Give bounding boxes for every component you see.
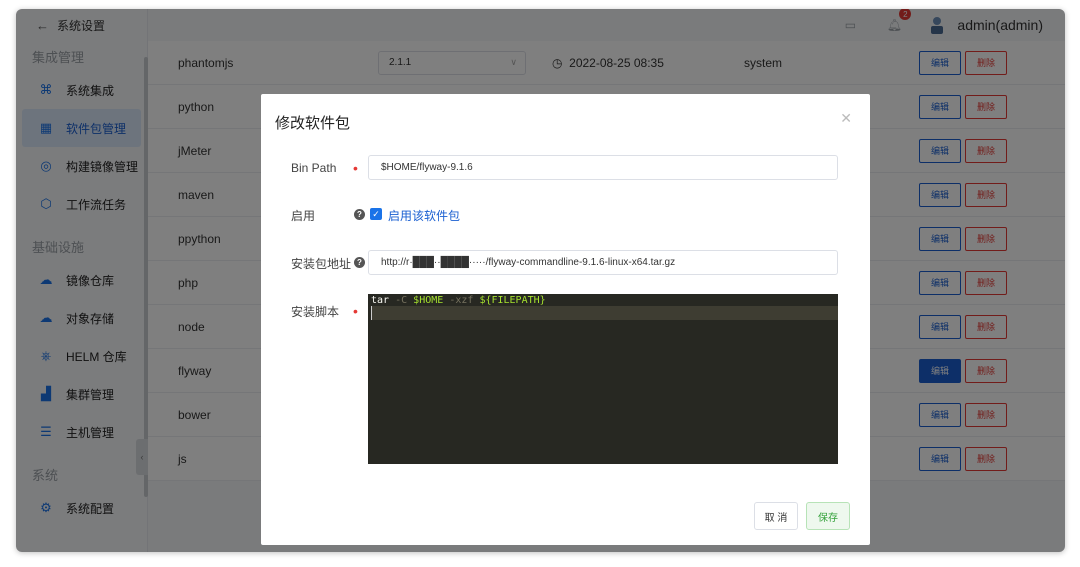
save-button[interactable]: 保存 bbox=[806, 502, 850, 530]
edit-package-dialog: 修改软件包 ✕ Bin Path • $HOME/flyway-9.1.6 启用… bbox=[261, 94, 870, 545]
install-script-editor[interactable]: tar -C $HOME -xzf ${FILEPATH} bbox=[368, 294, 838, 464]
required-marker: • bbox=[353, 303, 358, 319]
required-marker: • bbox=[353, 160, 358, 176]
script-variable: $HOME bbox=[413, 294, 444, 306]
script-command: tar bbox=[371, 294, 390, 306]
close-icon[interactable]: ✕ bbox=[840, 110, 852, 127]
install-script-label: 安装脚本 bbox=[291, 305, 340, 319]
app-window: ← 系统设置 集成管理 ⌘ 系统集成 ▦ 软件包管理 ◎ 构建镜像管理 ⬡ 工作… bbox=[16, 9, 1065, 552]
editor-cursor-line bbox=[371, 306, 838, 320]
package-url-input[interactable]: http://r·███··████·····/flyway-commandli… bbox=[368, 250, 838, 275]
enable-checkbox[interactable]: ✓ bbox=[370, 208, 382, 220]
enable-checkbox-label[interactable]: 启用该软件包 bbox=[388, 207, 460, 224]
script-variable: ${FILEPATH} bbox=[479, 294, 546, 306]
script-line: tar -C $HOME -xzf ${FILEPATH} bbox=[368, 294, 838, 306]
script-flag: -xzf bbox=[449, 294, 474, 306]
package-url-label: 安装包地址 bbox=[291, 257, 352, 271]
script-flag: -C bbox=[395, 294, 408, 306]
cancel-button[interactable]: 取 消 bbox=[754, 502, 798, 530]
help-icon[interactable]: ? bbox=[354, 257, 365, 268]
bin-path-label: Bin Path bbox=[291, 161, 337, 175]
enable-label: 启用 bbox=[291, 209, 316, 223]
help-icon[interactable]: ? bbox=[354, 209, 365, 220]
bin-path-input[interactable]: $HOME/flyway-9.1.6 bbox=[368, 155, 838, 180]
dialog-title: 修改软件包 bbox=[275, 115, 351, 132]
